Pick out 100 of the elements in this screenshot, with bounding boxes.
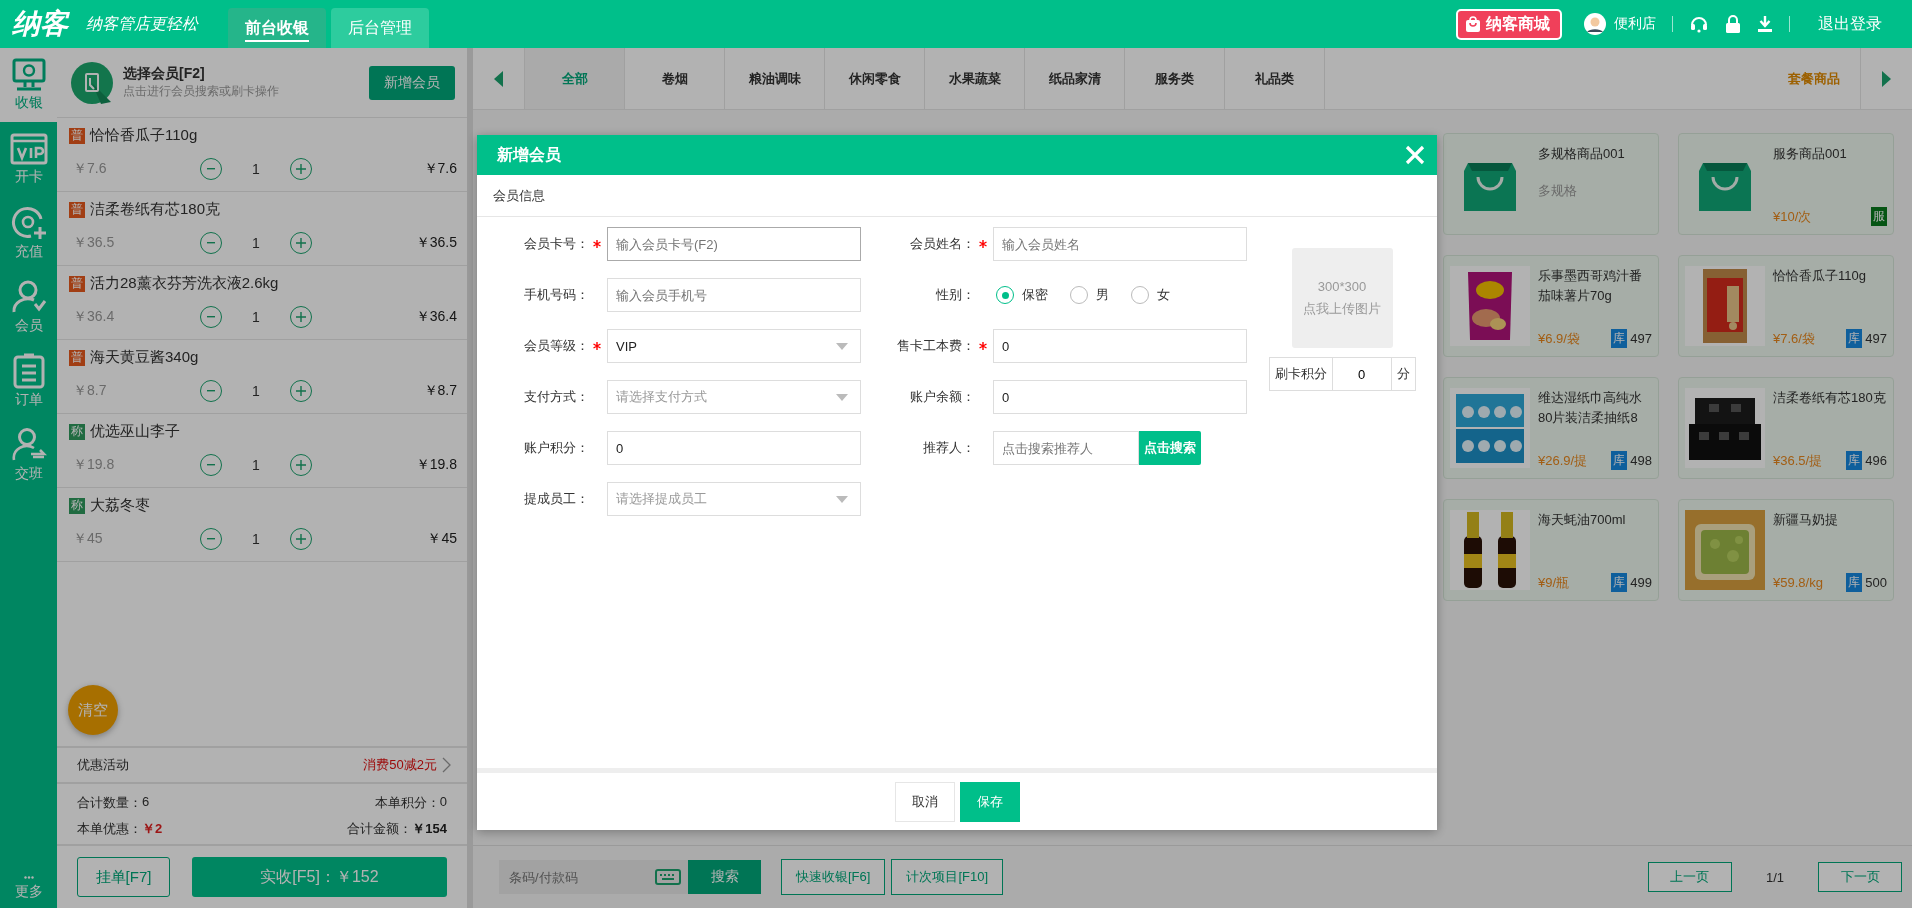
- sidebar-item[interactable]: 收银: [0, 48, 57, 122]
- quantity: 1: [251, 161, 261, 177]
- decrease-button[interactable]: [200, 454, 222, 476]
- product-price: ¥26.9/提: [1538, 451, 1588, 470]
- stock-count: 497: [1630, 331, 1652, 346]
- keyboard-icon: [655, 869, 681, 885]
- caret-icon: [836, 495, 848, 503]
- logout-link[interactable]: 退出登录: [1812, 12, 1888, 36]
- search-field[interactable]: 点击搜索推荐人: [993, 431, 1139, 465]
- item-name: 恰恰香瓜子110g: [90, 126, 198, 145]
- decrease-button[interactable]: [200, 306, 222, 328]
- headset-icon[interactable]: [1689, 14, 1709, 34]
- nav-tab[interactable]: 前台收银: [228, 8, 326, 48]
- unit-price: ￥19.8: [72, 456, 116, 474]
- pay-button[interactable]: 实收[F5]：￥152: [192, 857, 447, 897]
- text-field[interactable]: 0: [993, 329, 1247, 363]
- decrease-button[interactable]: [200, 232, 222, 254]
- download-icon[interactable]: [1757, 15, 1773, 33]
- product-price: ¥6.9/袋: [1538, 329, 1580, 348]
- product-card[interactable]: 洁柔卷纸有芯180克 ¥36.5/提 库 496: [1678, 377, 1894, 479]
- total-label: 本单积分：: [374, 794, 440, 812]
- product-card[interactable]: 新疆马奶提 ¥59.8/kg 库 500: [1678, 499, 1894, 601]
- total-value: 6: [142, 794, 150, 811]
- next-page-button[interactable]: 下一页: [1818, 862, 1902, 892]
- clear-button[interactable]: 清空: [68, 685, 118, 735]
- action-button[interactable]: 快速收银[F6]: [781, 859, 886, 895]
- save-button[interactable]: 保存: [959, 781, 1020, 822]
- sidebar-item[interactable]: 会员: [0, 270, 57, 344]
- product-name: 洁柔卷纸有芯180克: [1773, 389, 1887, 407]
- product-name: 多规格商品001: [1538, 145, 1626, 163]
- increase-button[interactable]: [290, 232, 312, 254]
- mall-button[interactable]: 纳客商城: [1456, 8, 1562, 40]
- image-upload-area[interactable]: 300*300 点我上传图片: [1291, 248, 1393, 348]
- promo-value[interactable]: 消费50减2元: [363, 756, 437, 774]
- decrease-button[interactable]: [200, 380, 222, 402]
- plus-icon: [296, 164, 306, 174]
- points-label: 刷卡积分: [1268, 357, 1333, 391]
- field-label: 支付方式：: [524, 388, 589, 406]
- total-label: 合计金额：: [347, 820, 413, 838]
- product-name: 乐事墨西哥鸡汁番茄味薯片70g: [1538, 267, 1643, 305]
- stock-count: 499: [1630, 575, 1652, 590]
- text-field[interactable]: 0: [607, 431, 861, 465]
- close-icon[interactable]: [1405, 145, 1425, 165]
- search-button[interactable]: 搜索: [688, 860, 761, 894]
- sidebar-item[interactable]: 开卡: [0, 122, 57, 196]
- more-menu[interactable]: 更多: [0, 868, 57, 908]
- increase-button[interactable]: [290, 380, 312, 402]
- radio-option[interactable]: 男: [1070, 286, 1109, 304]
- stock-tag: 库: [1846, 451, 1863, 470]
- product-card[interactable]: 多规格商品001 多规格: [1443, 133, 1659, 235]
- increase-button[interactable]: [290, 306, 312, 328]
- increase-button[interactable]: [290, 158, 312, 180]
- barcode-field[interactable]: 条码/付款码: [499, 860, 648, 894]
- line-total: ￥36.4: [414, 308, 457, 326]
- add-member-button[interactable]: 新增会员: [369, 65, 455, 100]
- search-button[interactable]: 点击搜索: [1139, 431, 1201, 465]
- dropdown[interactable]: VIP: [607, 329, 861, 363]
- product-price: ¥36.5/提: [1773, 451, 1823, 470]
- sidebar-item[interactable]: 交班: [0, 418, 57, 492]
- product-card[interactable]: 恰恰香瓜子110g ¥7.6/袋 库 497: [1678, 255, 1894, 357]
- product-card[interactable]: 服务商品001 ¥10/次 服: [1678, 133, 1894, 235]
- product-card[interactable]: 维达湿纸巾高纯水80片装洁柔抽纸8 ¥26.9/提 库 498: [1443, 377, 1659, 479]
- sidebar-item[interactable]: 充值: [0, 196, 57, 270]
- lock-icon[interactable]: [1725, 14, 1741, 34]
- product-card[interactable]: 乐事墨西哥鸡汁番茄味薯片70g ¥6.9/袋 库 497: [1443, 255, 1659, 357]
- radio-option[interactable]: 女: [1131, 286, 1170, 304]
- prev-page-button[interactable]: 上一页: [1647, 862, 1732, 892]
- minus-icon: [207, 390, 215, 392]
- item-tag: 称: [69, 423, 85, 440]
- field-label: 推荐人：: [923, 439, 975, 457]
- product-name: 服务商品001: [1773, 145, 1848, 163]
- category-tab[interactable]: 全部: [525, 48, 625, 109]
- dropdown[interactable]: 请选择支付方式: [607, 380, 861, 414]
- text-field[interactable]: 0: [993, 380, 1247, 414]
- clipboard-icon: [11, 353, 46, 389]
- points-unit: 分: [1390, 357, 1416, 391]
- dropdown[interactable]: 请选择提成员工: [607, 482, 861, 516]
- text-field[interactable]: 输入会员卡号(F2): [607, 227, 861, 261]
- product-card[interactable]: 海天蚝油700ml ¥9/瓶 库 499: [1443, 499, 1659, 601]
- action-button[interactable]: 计次项目[F10]: [891, 859, 1004, 895]
- hold-order-button[interactable]: 挂单[F7]: [77, 857, 170, 897]
- plus-icon: [296, 460, 306, 470]
- item-tag: 普: [69, 275, 85, 292]
- radio-option[interactable]: 保密: [996, 286, 1048, 304]
- nav-tab[interactable]: 后台管理: [331, 8, 429, 48]
- quantity: 1: [251, 457, 261, 473]
- sidebar-item[interactable]: 订单: [0, 344, 57, 418]
- increase-button[interactable]: [290, 528, 312, 550]
- avatar-icon: [1584, 13, 1606, 35]
- keyboard-button[interactable]: [648, 860, 688, 894]
- cancel-button[interactable]: 取消: [894, 781, 955, 822]
- points-field[interactable]: 0: [1332, 357, 1391, 391]
- field-label: 账户积分：: [524, 439, 589, 457]
- decrease-button[interactable]: [200, 158, 222, 180]
- chevron-right-icon[interactable]: [442, 757, 451, 773]
- decrease-button[interactable]: [200, 528, 222, 550]
- increase-button[interactable]: [290, 454, 312, 476]
- total-label: 本单优惠：: [77, 820, 142, 838]
- unit-price: ￥36.5: [72, 234, 116, 252]
- product-name: 新疆马奶提: [1773, 511, 1839, 529]
